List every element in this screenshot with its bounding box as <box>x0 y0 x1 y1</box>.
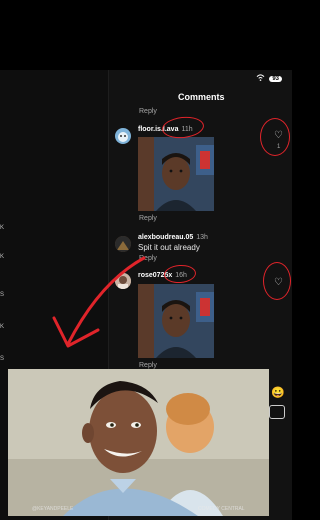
watermark-right: COMEDY CENTRAL <box>198 506 245 512</box>
status-bar: 93 <box>256 74 282 83</box>
comments-title: Comments <box>178 92 225 102</box>
annotation-circle <box>263 262 291 300</box>
comment-username[interactable]: alexboudreau.05 13h <box>138 234 208 241</box>
reply-link[interactable]: Reply <box>139 108 157 115</box>
reaction-video[interactable]: @KEYANDPEELE COMEDY CENTRAL <box>8 369 269 516</box>
gif-icon[interactable] <box>269 405 285 419</box>
comment-image[interactable] <box>138 137 214 211</box>
reply-link[interactable]: Reply <box>139 362 157 369</box>
reply-link[interactable]: Reply <box>139 215 157 222</box>
annotation-circle <box>260 118 290 156</box>
sidebar-label: K <box>0 324 5 330</box>
emoji-icon[interactable]: 😀 <box>271 386 285 399</box>
comment-time: 13h <box>196 234 208 241</box>
watermark-left: @KEYANDPEELE <box>32 506 74 512</box>
sidebar-label: K <box>0 225 5 231</box>
battery-badge: 93 <box>269 75 282 82</box>
top-black-band <box>0 0 292 70</box>
annotation-arrow-icon <box>52 256 146 348</box>
avatar[interactable] <box>115 236 131 252</box>
wifi-icon <box>256 74 265 83</box>
sidebar-label: S <box>0 292 5 298</box>
comment-text: Spit it out already <box>138 243 200 252</box>
avatar[interactable] <box>115 128 131 144</box>
sidebar-label: K <box>0 254 5 260</box>
sidebar-label: S <box>0 356 5 362</box>
